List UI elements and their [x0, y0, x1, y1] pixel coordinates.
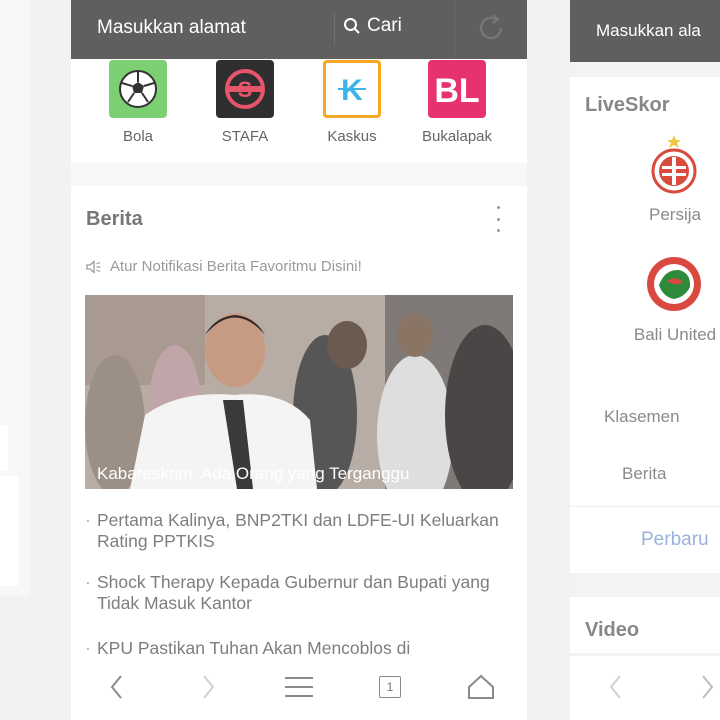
- tab-count: 1: [379, 676, 401, 698]
- forward-icon[interactable]: [690, 670, 720, 704]
- news-photo: [85, 295, 513, 489]
- stafa-logo-icon: S: [216, 60, 274, 118]
- more-options-icon[interactable]: [495, 206, 501, 232]
- tabs-button[interactable]: 1: [373, 670, 407, 704]
- next-tab-preview[interactable]: Masukkan ala LiveSkor Persija Bali Unite…: [570, 0, 720, 720]
- address-bar[interactable]: Masukkan alamat: [97, 17, 246, 39]
- divider: [570, 506, 720, 507]
- news-title: Berita: [86, 208, 143, 230]
- shortcut-bukalapak[interactable]: BL Bukalapak: [412, 59, 502, 145]
- svg-text:K: K: [341, 74, 363, 107]
- forward-icon[interactable]: [191, 670, 225, 704]
- team-name: Bali United: [633, 325, 717, 344]
- shortcut-label: STAFA: [221, 128, 269, 145]
- speaker-icon: [86, 259, 101, 274]
- bali-united-logo-icon: [645, 255, 703, 318]
- headline-caption: Kabareskrim: Ada Orang yang Terganggu: [97, 464, 410, 483]
- shortcut-grid: Bola S STAFA K Kaskus BL Bukalapak: [71, 59, 527, 163]
- headline-image[interactable]: Kabareskrim: Ada Orang yang Terganggu: [85, 295, 513, 489]
- team-name: Persija: [649, 205, 701, 224]
- shortcut-label: Bola: [122, 128, 154, 145]
- notification-text: Atur Notifikasi Berita Favoritmu Disini!: [110, 258, 362, 275]
- search-button[interactable]: Cari: [343, 15, 402, 37]
- soccer-ball-icon: [109, 60, 167, 118]
- liveskor-card: LiveSkor Persija Bali United Klasemen Be…: [570, 77, 720, 573]
- left-card: [0, 476, 18, 586]
- back-icon[interactable]: [100, 670, 134, 704]
- left-tab-preview[interactable]: [0, 0, 30, 596]
- search-label: Cari: [367, 15, 402, 36]
- persija-logo-icon: [651, 135, 697, 200]
- bottom-navigation: [570, 656, 720, 720]
- video-title: Video: [585, 619, 640, 641]
- search-icon: [344, 18, 360, 34]
- left-card: [0, 425, 8, 471]
- shortcut-kaskus[interactable]: K Kaskus: [307, 59, 397, 145]
- update-link[interactable]: Perbaru: [641, 529, 709, 551]
- svg-text:S: S: [238, 77, 253, 102]
- shortcut-stafa[interactable]: S STAFA: [200, 59, 290, 145]
- top-bar: Masukkan ala: [570, 0, 720, 62]
- active-tab-preview[interactable]: Masukkan alamat Cari Bola S STAFA K Kask…: [71, 0, 527, 720]
- menu-icon[interactable]: [282, 670, 316, 704]
- shortcut-bola[interactable]: Bola: [93, 59, 183, 145]
- news-card: Berita Atur Notifikasi Berita Favoritmu …: [71, 186, 527, 659]
- bottom-navigation: 1: [71, 656, 527, 720]
- news-link[interactable]: Berita: [622, 464, 666, 484]
- standings-link[interactable]: Klasemen: [604, 407, 680, 427]
- liveskor-title: LiveSkor: [585, 94, 670, 116]
- back-icon[interactable]: [599, 670, 633, 704]
- news-item[interactable]: Pertama Kalinya, BNP2TKI dan LDFE-UI Kel…: [85, 510, 505, 552]
- shortcut-label: Kaskus: [327, 128, 377, 145]
- notification-setting-link[interactable]: Atur Notifikasi Berita Favoritmu Disini!: [86, 258, 362, 275]
- home-icon[interactable]: [464, 670, 498, 704]
- shortcut-label: Bukalapak: [421, 128, 493, 145]
- top-bar: Masukkan alamat Cari: [71, 0, 527, 59]
- divider: [334, 12, 335, 46]
- video-card: Video: [570, 597, 720, 653]
- divider: [454, 0, 455, 59]
- svg-text:BL: BL: [434, 72, 479, 109]
- news-item[interactable]: Shock Therapy Kepada Gubernur dan Bupati…: [85, 572, 505, 614]
- address-bar[interactable]: Masukkan ala: [596, 21, 701, 41]
- kaskus-logo-icon: K: [323, 60, 381, 118]
- bukalapak-logo-icon: BL: [428, 60, 486, 118]
- refresh-icon[interactable]: [474, 11, 508, 45]
